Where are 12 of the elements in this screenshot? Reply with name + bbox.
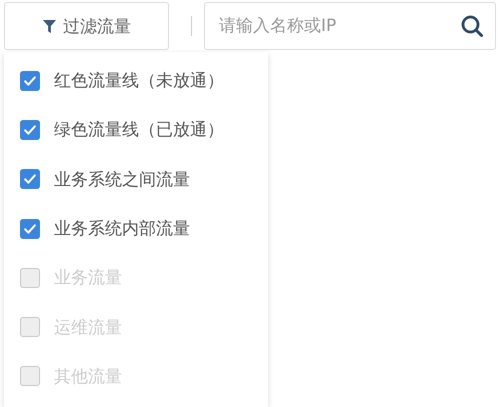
checkbox[interactable] bbox=[20, 70, 40, 91]
option-label: 绿色流量线（已放通） bbox=[54, 119, 224, 142]
option-label: 业务系统之间流量 bbox=[54, 168, 190, 191]
filter-icon bbox=[42, 18, 57, 34]
search-icon[interactable] bbox=[460, 14, 484, 38]
checkbox[interactable] bbox=[20, 169, 40, 190]
checkbox[interactable] bbox=[20, 218, 40, 239]
filter-button[interactable]: 过滤流量 bbox=[4, 2, 169, 50]
search-field[interactable]: 请输入名称或IP bbox=[204, 2, 496, 50]
checkbox[interactable] bbox=[20, 120, 40, 140]
option-label: 业务系统内部流量 bbox=[54, 218, 190, 240]
option-label: 红色流量线（未放通） bbox=[54, 70, 224, 92]
